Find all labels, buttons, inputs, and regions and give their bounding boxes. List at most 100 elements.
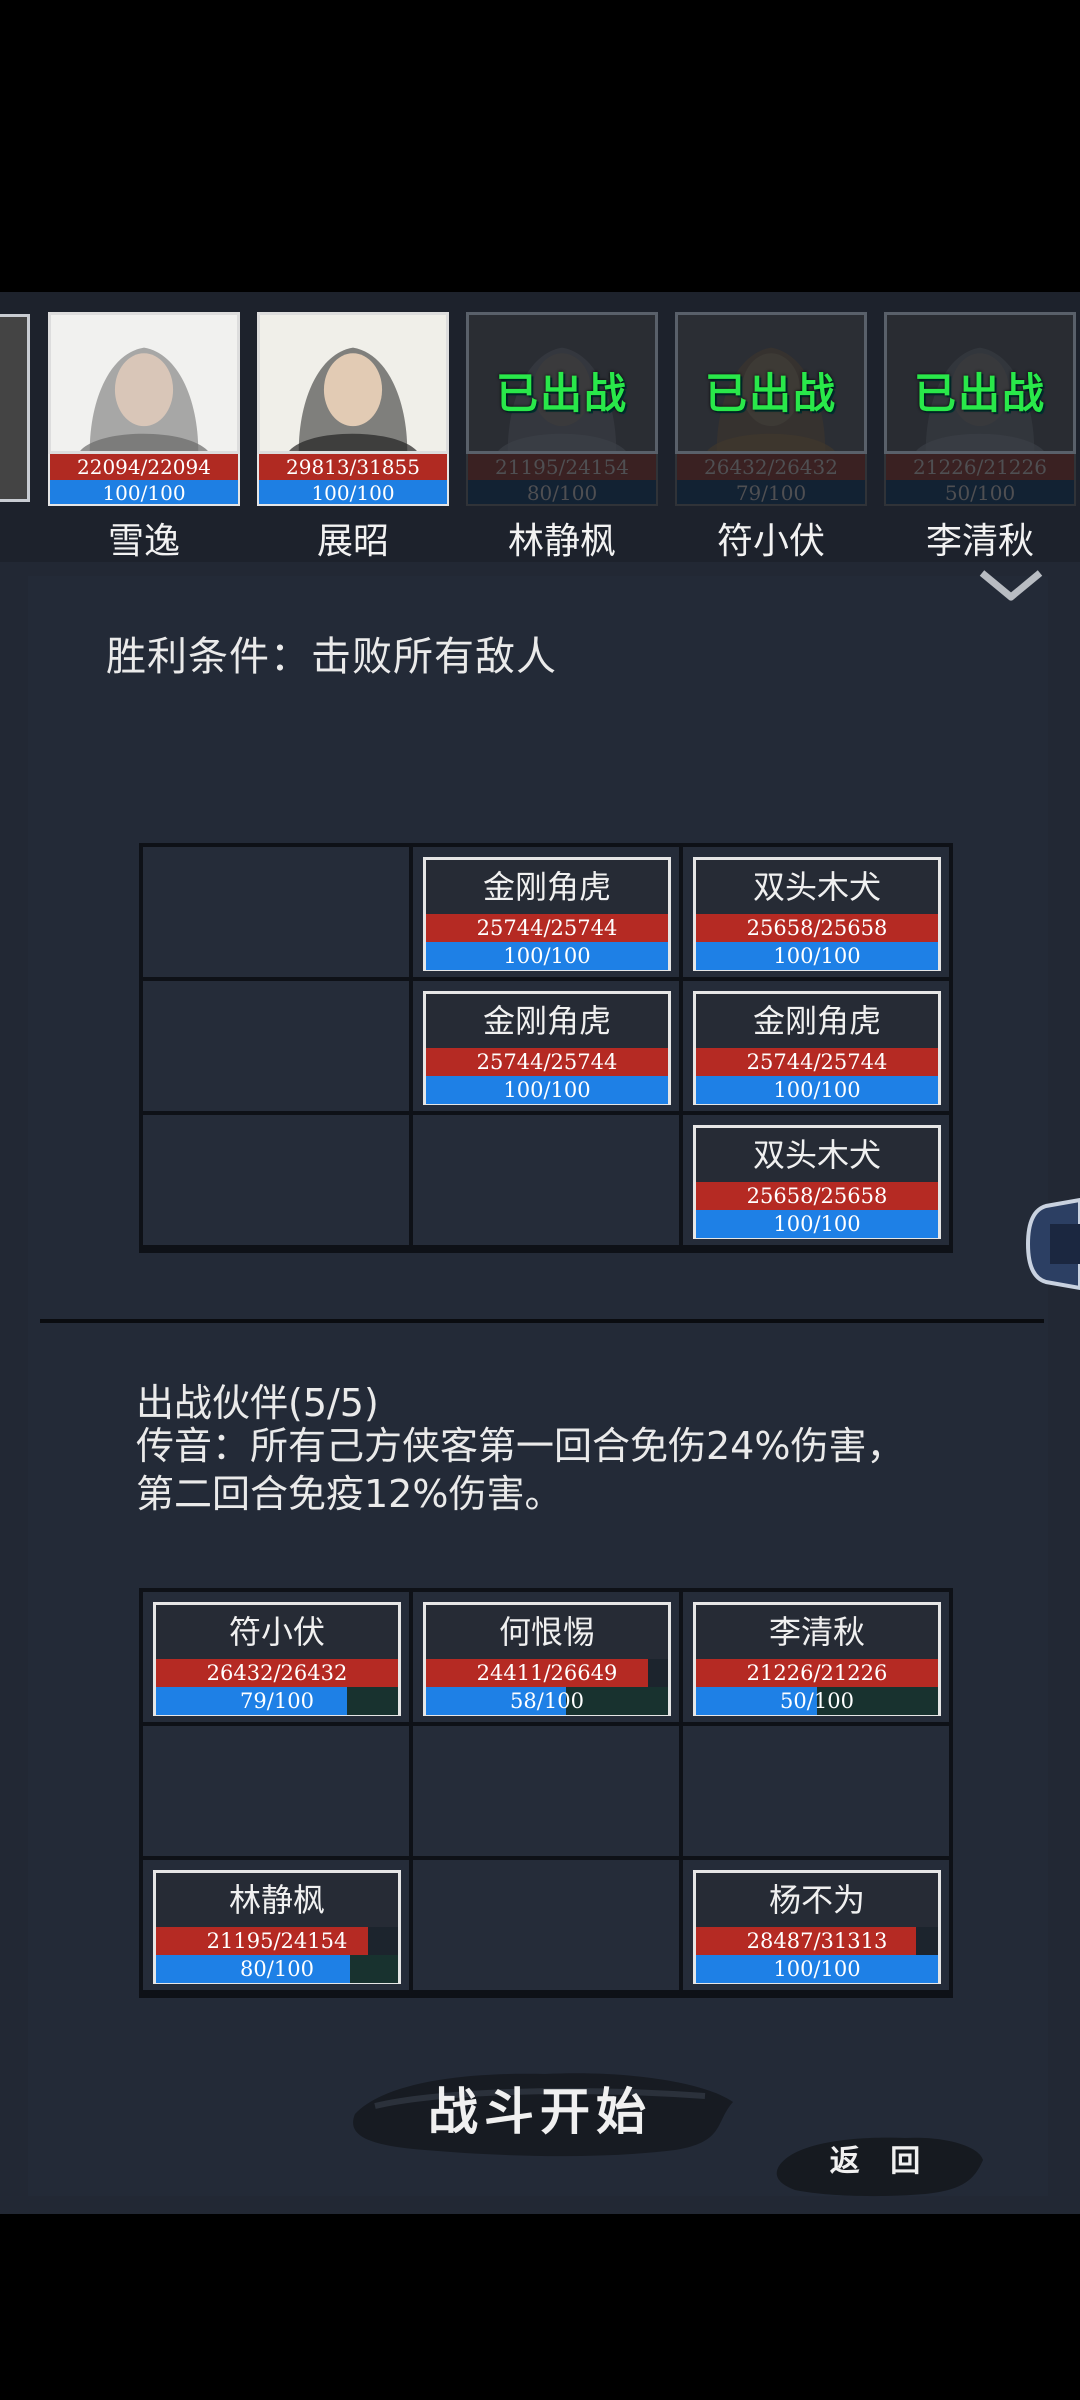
- unit-hp-bar: 25744/25744: [426, 914, 668, 942]
- unit-mp-text: 79/100: [240, 1689, 314, 1713]
- roster-hero-card[interactable]: 21195/24154 80/100 林静枫 已出战: [466, 312, 658, 562]
- hero-hp-text: 29813/31855: [286, 455, 420, 479]
- roster-hero-card[interactable]: 26432/26432 79/100 符小伏 已出战: [675, 312, 867, 562]
- unit-hp-bar: 26432/26432: [156, 1659, 398, 1687]
- hero-name: 雪逸: [107, 521, 180, 562]
- ally-grid-cell[interactable]: [683, 1726, 949, 1856]
- ally-unit-card[interactable]: 何恨惕 24411/26649 58/100: [423, 1602, 671, 1716]
- hero-hp-text: 22094/22094: [77, 455, 211, 479]
- hero-hp-bar: 26432/26432: [675, 454, 867, 480]
- enemy-formation-grid: 金刚角虎 25744/25744 100/100 双头木犬 25658/25658 100…: [139, 843, 953, 1253]
- unit-name: 金刚角虎: [482, 1002, 611, 1040]
- ally-unit-card[interactable]: 符小伏 26432/26432 79/100: [153, 1602, 401, 1716]
- deployed-label: 已出战: [495, 369, 628, 418]
- unit-hp-text: 25744/25744: [746, 1050, 888, 1074]
- enemy-unit-card[interactable]: 金刚角虎 25744/25744 100/100: [693, 991, 941, 1105]
- hero-hp-bar: 22094/22094: [48, 454, 240, 480]
- ally-unit-card[interactable]: 杨不为 28487/31313 100/100: [693, 1870, 941, 1984]
- unit-name: 金刚角虎: [752, 1002, 881, 1040]
- unit-hp-bar: 24411/26649: [426, 1659, 668, 1687]
- unit-hp-bar: 21195/24154: [156, 1927, 398, 1955]
- game-screen: 22094/22094 100/100 雪逸 29813/31855 100/100 展昭…: [0, 292, 1080, 2214]
- enemy-unit-card[interactable]: 双头木犬 25658/25658 100/100: [693, 857, 941, 971]
- back-button[interactable]: 返 回: [775, 2122, 985, 2202]
- unit-hp-text: 21195/24154: [206, 1929, 348, 1953]
- enemy-grid-cell[interactable]: 金刚角虎 25744/25744 100/100: [413, 981, 679, 1111]
- hero-hp-text: 26432/26432: [704, 455, 838, 479]
- unit-hp-bar: 25744/25744: [426, 1048, 668, 1076]
- ally-unit-card[interactable]: 李清秋 21226/21226 50/100: [693, 1602, 941, 1716]
- ally-grid-cell[interactable]: [413, 1860, 679, 1990]
- enemy-grid-cell[interactable]: [413, 1115, 679, 1245]
- unit-mp-bar: 100/100: [696, 1955, 938, 1983]
- unit-mp-text: 100/100: [503, 1078, 591, 1102]
- unit-name: 林静枫: [228, 1881, 325, 1919]
- enemy-grid-cell[interactable]: 金刚角虎 25744/25744 100/100: [683, 981, 949, 1111]
- unit-mp-bar: 50/100: [696, 1687, 938, 1715]
- hero-hp-bar: 21195/24154: [466, 454, 658, 480]
- unit-mp-text: 100/100: [503, 944, 591, 968]
- hero-mp-text: 80/100: [526, 481, 598, 505]
- roster-hero-card[interactable]: 22094/22094 100/100 雪逸: [48, 312, 240, 562]
- hero-mp-text: 100/100: [102, 481, 186, 505]
- hero-mp-bar: 80/100: [466, 480, 658, 506]
- roster-partial-card[interactable]: [0, 314, 30, 502]
- roster-hero-card[interactable]: 29813/31855 100/100 展昭: [257, 312, 449, 562]
- enemy-unit-card[interactable]: 金刚角虎 25744/25744 100/100: [423, 857, 671, 971]
- unit-hp-text: 25744/25744: [476, 1050, 618, 1074]
- hero-hp-bar: 21226/21226: [884, 454, 1076, 480]
- hero-name: 李清秋: [925, 521, 1034, 562]
- ally-grid-cell[interactable]: 林静枫 21195/24154 80/100: [143, 1860, 409, 1990]
- enemy-grid-cell[interactable]: [143, 847, 409, 977]
- unit-mp-text: 100/100: [773, 944, 861, 968]
- ally-grid-cell[interactable]: 杨不为 28487/31313 100/100: [683, 1860, 949, 1990]
- ally-grid-cell[interactable]: [143, 1726, 409, 1856]
- ally-grid-cell[interactable]: 符小伏 26432/26432 79/100: [143, 1592, 409, 1722]
- roster-hero-card[interactable]: 21226/21226 50/100 李清秋 已出战: [884, 312, 1076, 562]
- unit-hp-text: 28487/31313: [746, 1929, 888, 1953]
- unit-hp-bar: 25658/25658: [696, 914, 938, 942]
- hero-mp-bar: 100/100: [257, 480, 449, 506]
- ally-grid-cell[interactable]: [413, 1726, 679, 1856]
- back-label: 返 回: [829, 2144, 931, 2179]
- unit-name: 金刚角虎: [482, 868, 611, 906]
- start-battle-label: 战斗开始: [428, 2082, 652, 2141]
- deployed-label: 已出战: [704, 369, 837, 418]
- side-menu-tab-icon[interactable]: [1026, 1196, 1080, 1292]
- victory-condition: 胜利条件：击败所有敌人: [106, 634, 557, 680]
- unit-mp-bar: 79/100: [156, 1687, 398, 1715]
- hero-mp-bar: 50/100: [884, 480, 1076, 506]
- unit-mp-bar: 58/100: [426, 1687, 668, 1715]
- enemy-unit-card[interactable]: 双头木犬 25658/25658 100/100: [693, 1125, 941, 1239]
- enemy-grid-cell[interactable]: [143, 1115, 409, 1245]
- ally-grid-cell[interactable]: 何恨惕 24411/26649 58/100: [413, 1592, 679, 1722]
- start-battle-button[interactable]: 战斗开始: [345, 2052, 735, 2172]
- enemy-grid-cell[interactable]: 双头木犬 25658/25658 100/100: [683, 847, 949, 977]
- unit-hp-text: 21226/21226: [746, 1661, 888, 1685]
- unit-hp-bar: 21226/21226: [696, 1659, 938, 1687]
- hero-hp-bar: 29813/31855: [257, 454, 449, 480]
- unit-mp-bar: 80/100: [156, 1955, 398, 1983]
- unit-mp-bar: 100/100: [696, 1076, 938, 1104]
- unit-name: 双头木犬: [752, 1136, 881, 1174]
- hero-hp-text: 21195/24154: [495, 455, 629, 479]
- enemy-grid-cell[interactable]: [143, 981, 409, 1111]
- hero-roster[interactable]: 22094/22094 100/100 雪逸 29813/31855 100/100 展昭…: [0, 292, 1080, 562]
- ally-grid-cell[interactable]: 李清秋 21226/21226 50/100: [683, 1592, 949, 1722]
- unit-hp-text: 25658/25658: [746, 916, 888, 940]
- ally-unit-card[interactable]: 林静枫 21195/24154 80/100: [153, 1870, 401, 1984]
- unit-mp-text: 50/100: [780, 1689, 854, 1713]
- hero-hp-text: 21226/21226: [913, 455, 1047, 479]
- enemy-grid-cell[interactable]: 金刚角虎 25744/25744 100/100: [413, 847, 679, 977]
- unit-mp-bar: 100/100: [696, 942, 938, 970]
- hero-name: 林静枫: [507, 521, 616, 562]
- enemy-grid-cell[interactable]: 双头木犬 25658/25658 100/100: [683, 1115, 949, 1245]
- chevron-down-icon[interactable]: [978, 567, 1044, 605]
- partners-title: 出战伙伴(5/5): [136, 1381, 379, 1425]
- enemy-unit-card[interactable]: 金刚角虎 25744/25744 100/100: [423, 991, 671, 1105]
- unit-hp-bar: 28487/31313: [696, 1927, 938, 1955]
- hero-name: 符小伏: [716, 521, 825, 562]
- unit-hp-text: 25744/25744: [476, 916, 618, 940]
- unit-name: 双头木犬: [752, 868, 881, 906]
- deployed-label: 已出战: [913, 369, 1046, 418]
